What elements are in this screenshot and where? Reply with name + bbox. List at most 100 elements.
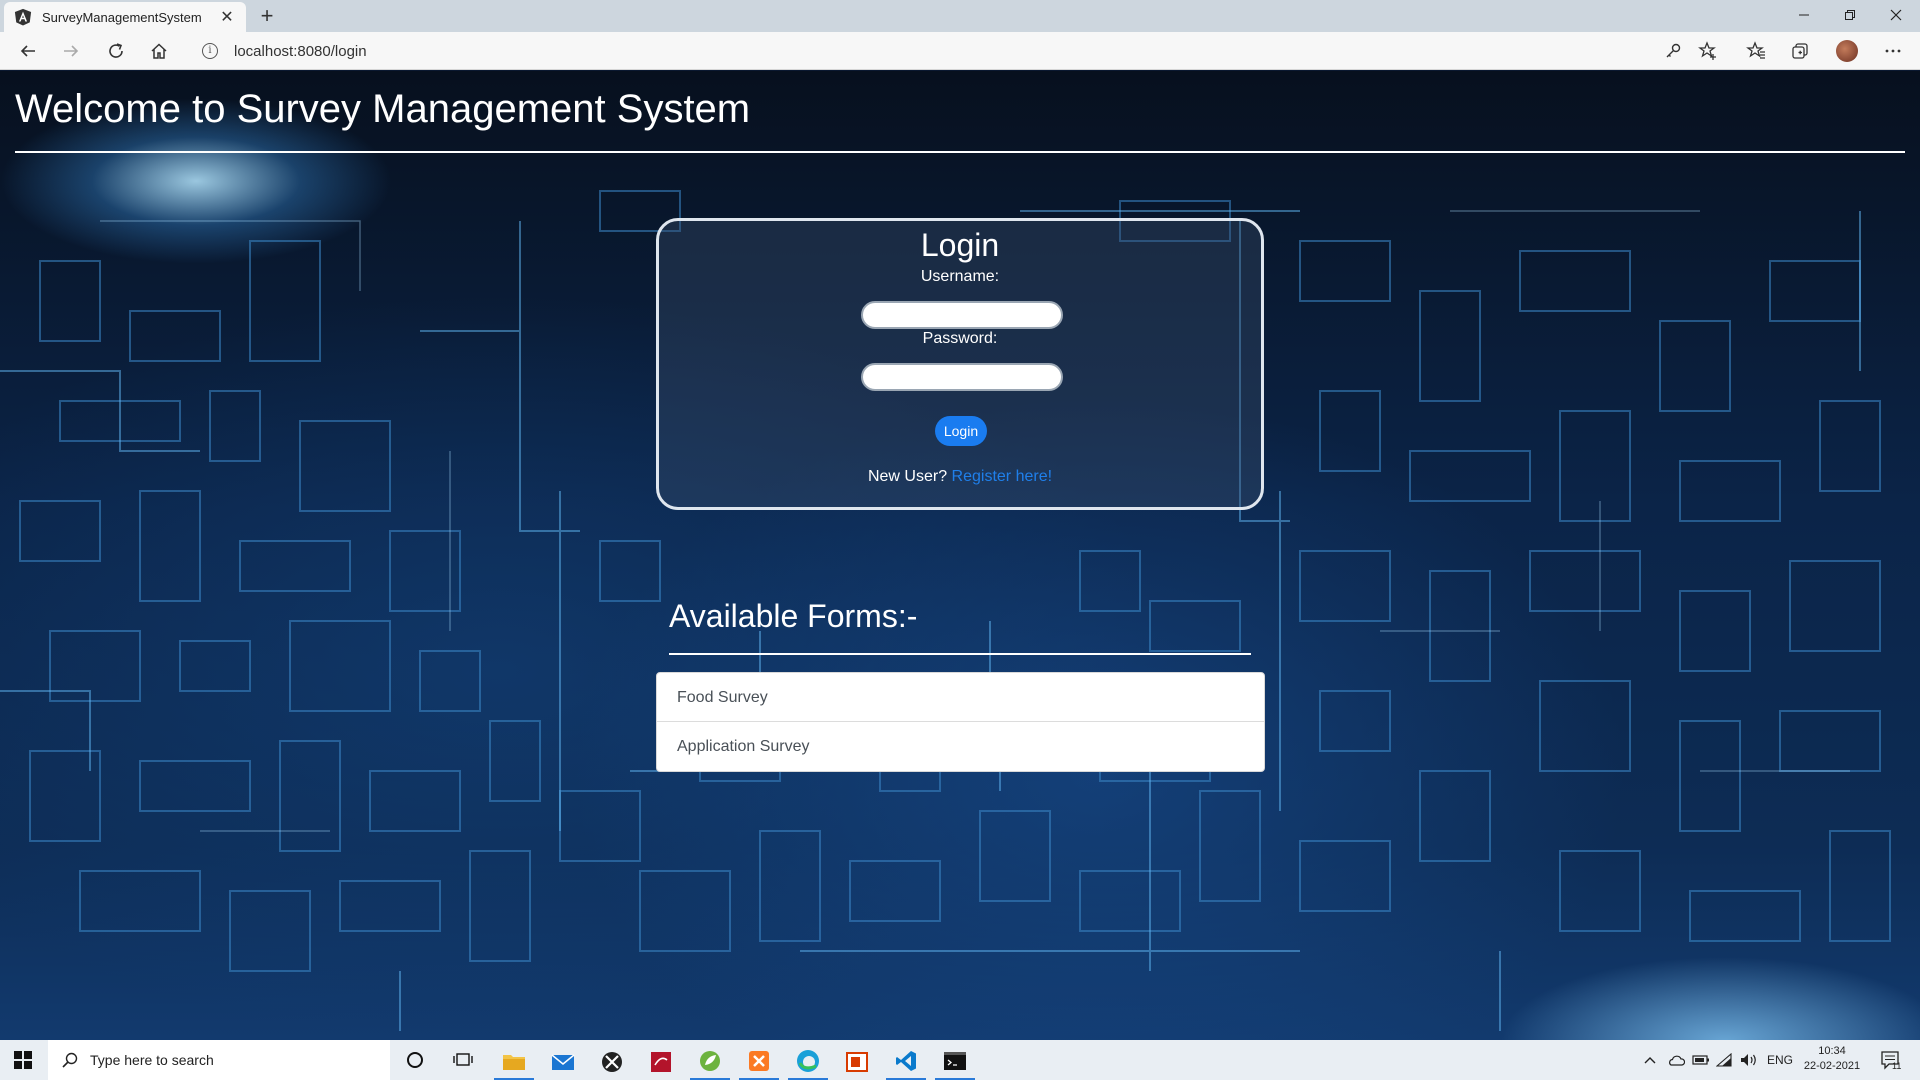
minimize-button[interactable] bbox=[1781, 0, 1827, 30]
tab-close-icon[interactable]: ✕ bbox=[218, 7, 236, 27]
show-hidden-icons-button[interactable] bbox=[1644, 1040, 1656, 1080]
angular-icon bbox=[14, 8, 32, 26]
vscode-app[interactable] bbox=[886, 1044, 926, 1080]
windows-taskbar: Type here to search ENG 10:34 22-02-2021… bbox=[0, 1040, 1920, 1080]
available-forms-heading: Available Forms:- bbox=[669, 598, 918, 634]
tab-title: SurveyManagementSystem bbox=[42, 9, 202, 25]
refresh-button[interactable] bbox=[103, 39, 129, 63]
volume-button[interactable] bbox=[1740, 1040, 1758, 1080]
forms-divider bbox=[669, 653, 1251, 655]
cortana-circle-icon bbox=[407, 1052, 423, 1068]
task-view-icon bbox=[453, 1053, 473, 1066]
list-item[interactable]: Food Survey bbox=[657, 673, 1264, 722]
clock-date: 22-02-2021 bbox=[1803, 1060, 1861, 1072]
close-window-button[interactable] bbox=[1873, 0, 1919, 30]
title-divider bbox=[15, 151, 1905, 153]
terminal-app[interactable] bbox=[935, 1044, 975, 1080]
list-item[interactable]: Application Survey bbox=[657, 722, 1264, 771]
add-favorite-button[interactable] bbox=[1695, 39, 1721, 63]
password-input[interactable] bbox=[861, 363, 1063, 391]
star-add-icon bbox=[1698, 41, 1716, 60]
site-info-icon[interactable]: i bbox=[202, 43, 218, 59]
restore-button[interactable] bbox=[1827, 0, 1873, 30]
notification-count-badge: 11 bbox=[1892, 1061, 1902, 1071]
spring-tool-app[interactable] bbox=[690, 1044, 730, 1080]
login-button[interactable]: Login bbox=[935, 416, 987, 446]
search-placeholder: Type here to search bbox=[90, 1052, 214, 1068]
refresh-icon bbox=[109, 43, 123, 58]
office-icon bbox=[846, 1052, 868, 1072]
favorites-icon bbox=[1746, 41, 1765, 59]
home-button[interactable] bbox=[146, 39, 172, 63]
action-center-button[interactable]: 11 bbox=[1880, 1040, 1901, 1080]
page-title: Welcome to Survey Management System bbox=[15, 87, 751, 131]
address-bar[interactable]: i localhost:8080/login bbox=[190, 36, 1710, 66]
url-text: localhost:8080/login bbox=[234, 42, 367, 60]
xampp-icon bbox=[749, 1051, 769, 1071]
office-app[interactable] bbox=[837, 1044, 877, 1080]
edge-app[interactable] bbox=[788, 1044, 828, 1080]
xbox-app[interactable] bbox=[592, 1044, 632, 1080]
favorites-button[interactable] bbox=[1743, 39, 1769, 63]
language-indicator[interactable]: ENG bbox=[1767, 1040, 1793, 1080]
more-icon bbox=[1885, 49, 1901, 53]
database-app[interactable] bbox=[641, 1044, 681, 1080]
collections-button[interactable] bbox=[1787, 39, 1813, 63]
cloud-icon bbox=[1669, 1055, 1685, 1066]
mail-icon bbox=[551, 1054, 575, 1070]
file-explorer-app[interactable] bbox=[494, 1044, 534, 1080]
key-icon bbox=[1666, 43, 1681, 58]
page-content: Welcome to Survey Management System Logi… bbox=[0, 71, 1920, 1040]
back-arrow-icon bbox=[20, 45, 35, 57]
login-heading: Login bbox=[920, 227, 1000, 263]
collections-icon bbox=[1792, 43, 1808, 59]
back-button[interactable] bbox=[15, 39, 41, 63]
circuit-background-image bbox=[0, 190, 1891, 1031]
windows-logo-icon bbox=[14, 1051, 32, 1069]
password-key-button[interactable] bbox=[1660, 39, 1686, 63]
taskbar-search-box[interactable]: Type here to search bbox=[48, 1040, 390, 1080]
browser-tab[interactable]: SurveyManagementSystem ✕ bbox=[4, 2, 246, 32]
login-form: Login Username: Password: Login New User… bbox=[656, 218, 1264, 510]
leaf-icon bbox=[700, 1051, 720, 1071]
register-link[interactable]: Register here! bbox=[952, 468, 1053, 485]
battery-button[interactable] bbox=[1692, 1040, 1710, 1080]
home-icon bbox=[151, 43, 167, 59]
xbox-icon bbox=[602, 1052, 622, 1072]
terminal-icon bbox=[944, 1052, 966, 1070]
username-label: Username: bbox=[920, 268, 1000, 285]
onedrive-button[interactable] bbox=[1667, 1040, 1685, 1080]
username-input[interactable] bbox=[861, 301, 1063, 329]
volume-icon bbox=[1741, 1054, 1756, 1066]
network-button[interactable] bbox=[1716, 1040, 1732, 1080]
battery-icon bbox=[1692, 1055, 1709, 1065]
chevron-up-icon bbox=[1644, 1057, 1656, 1064]
edge-icon bbox=[797, 1050, 819, 1072]
forms-list: Food Survey Application Survey bbox=[656, 672, 1265, 772]
profile-button[interactable] bbox=[1834, 39, 1860, 63]
start-button[interactable] bbox=[0, 1040, 46, 1080]
new-user-prompt: New User? Register here! bbox=[659, 468, 1261, 486]
restore-icon bbox=[1845, 10, 1855, 20]
folder-icon bbox=[503, 1055, 525, 1070]
new-tab-button[interactable]: + bbox=[254, 3, 280, 29]
task-view-button[interactable] bbox=[443, 1040, 483, 1080]
minimize-icon bbox=[1799, 14, 1809, 16]
search-icon bbox=[62, 1052, 78, 1068]
mail-app[interactable] bbox=[543, 1044, 583, 1080]
clock-time: 10:34 bbox=[1818, 1045, 1846, 1057]
forward-button[interactable] bbox=[58, 39, 84, 63]
wifi-icon bbox=[1716, 1053, 1732, 1067]
avatar bbox=[1836, 40, 1858, 62]
database-tool-icon bbox=[651, 1052, 671, 1072]
vscode-icon bbox=[896, 1051, 916, 1071]
browser-tab-strip: SurveyManagementSystem ✕ + bbox=[0, 0, 1920, 32]
new-user-text: New User? bbox=[867, 468, 948, 485]
xampp-app[interactable] bbox=[739, 1044, 779, 1080]
settings-menu-button[interactable] bbox=[1880, 39, 1906, 63]
password-label: Password: bbox=[922, 330, 998, 347]
cortana-button[interactable] bbox=[395, 1040, 435, 1080]
browser-toolbar: i localhost:8080/login bbox=[0, 32, 1920, 70]
taskbar-clock[interactable]: 10:34 22-02-2021 bbox=[1800, 1044, 1864, 1074]
close-icon bbox=[1890, 9, 1902, 21]
